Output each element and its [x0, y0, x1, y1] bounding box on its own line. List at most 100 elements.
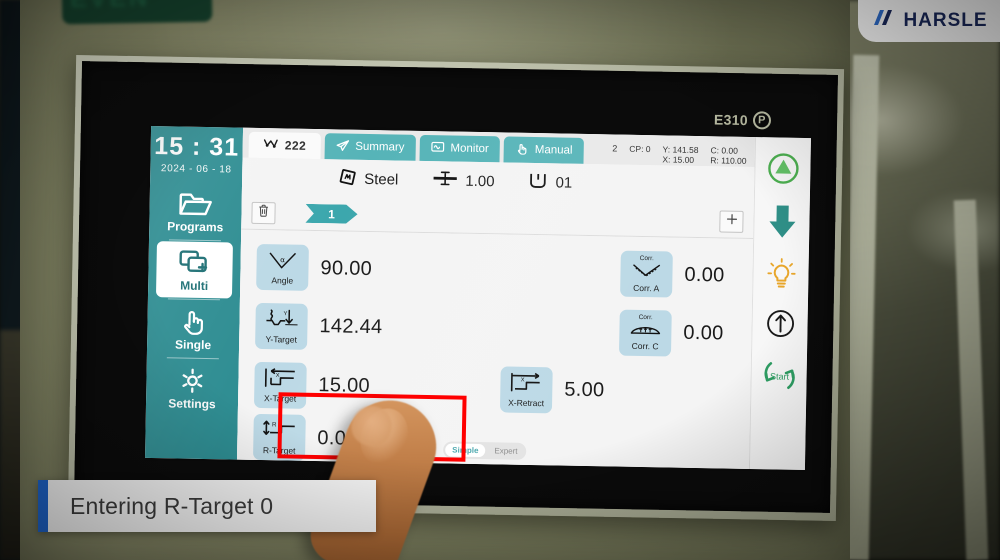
- field-label: R-Target: [262, 445, 296, 456]
- mode-toggle[interactable]: Simple Expert: [443, 441, 527, 460]
- tab-monitor[interactable]: Monitor: [419, 134, 501, 163]
- step-chip-label: 1: [328, 206, 335, 221]
- field-angle[interactable]: α Angle 90.00: [256, 238, 497, 301]
- sidebar: 15 : 31 2024 - 06 - 18 Programs Multi Si…: [145, 125, 244, 460]
- harsle-mark-icon: [870, 6, 896, 37]
- multi-copy-icon: [177, 248, 212, 277]
- material-type[interactable]: Steel: [338, 167, 399, 191]
- field-value: 0.00: [684, 263, 725, 287]
- tab-label: Monitor: [450, 142, 489, 156]
- status-c: C: 0.00: [710, 144, 739, 156]
- caption-bar: Entering R-Target 0: [38, 480, 376, 532]
- status-yx-col: Y: 141.58 X: 15.00: [662, 144, 698, 166]
- corr-a-button[interactable]: Corr. Corr. A: [620, 250, 673, 298]
- sidebar-item-single[interactable]: Single: [155, 300, 232, 357]
- bend-count-value: 01: [555, 173, 573, 192]
- field-value: 5.00: [564, 378, 605, 402]
- sidebar-item-programs[interactable]: Programs: [157, 182, 234, 239]
- field-value: 142.44: [319, 315, 383, 339]
- svg-text:R: R: [272, 422, 277, 429]
- main-content: 222 Summary Monitor Manual 2 CP: 0 Y: 14…: [236, 127, 755, 469]
- status-cp-col: CP: 0: [629, 143, 650, 154]
- start-cycle-icon[interactable]: Start: [759, 357, 800, 399]
- angle-button[interactable]: α Angle: [256, 244, 309, 292]
- parameter-grid: α Angle 90.00 Y Y-Target 142.44 X X-Targ…: [236, 229, 754, 469]
- clock: 15 : 31 2024 - 06 - 18: [154, 132, 240, 183]
- hand-point-icon: [515, 142, 529, 157]
- screen-model-text: E310: [713, 111, 749, 129]
- up-arrow-circle-icon[interactable]: [765, 308, 796, 344]
- sidebar-item-label: Programs: [167, 219, 224, 235]
- tab-manual[interactable]: Manual: [503, 136, 584, 164]
- status-x: X: 15.00: [662, 154, 695, 166]
- svg-text:Y: Y: [283, 311, 287, 317]
- material-icon: [338, 167, 357, 190]
- clock-date: 2024 - 06 - 18: [160, 163, 232, 176]
- field-corr-a[interactable]: Corr. Corr. A 0.00: [620, 245, 743, 306]
- x-retract-icon: X: [509, 371, 543, 398]
- screen-model-p-icon: P: [752, 111, 772, 130]
- material-thickness[interactable]: 1.00: [432, 170, 495, 191]
- field-corr-c[interactable]: Corr. Corr. C 0.00: [618, 303, 742, 364]
- svg-text:α: α: [280, 255, 285, 264]
- status-readouts: 2 CP: 0 Y: 141.58 X: 15.00 C: 0.00 R: 11…: [612, 141, 755, 167]
- down-arrow-icon[interactable]: [767, 204, 798, 244]
- harsle-wordmark: HARSLE: [903, 10, 988, 31]
- field-value: 15.00: [318, 374, 371, 398]
- x-target-button[interactable]: X X-Target: [253, 361, 307, 409]
- status-cp: CP: 0: [629, 143, 651, 154]
- tab-summary[interactable]: Summary: [324, 133, 416, 161]
- mode-option-simple[interactable]: Simple: [445, 443, 486, 458]
- thickness-icon: [432, 170, 458, 190]
- tab-label: Summary: [355, 140, 405, 154]
- field-label: Y-Target: [265, 334, 297, 345]
- paper-plane-icon: [335, 139, 349, 154]
- mode-option-expert[interactable]: Expert: [487, 444, 524, 458]
- svg-text:Start: Start: [770, 371, 790, 381]
- corr-c-button[interactable]: Corr. Corr. C: [618, 309, 672, 357]
- corr-c-icon: [629, 322, 661, 342]
- folder-icon: [177, 189, 214, 218]
- gear-icon: [177, 367, 208, 396]
- screenshot-scene: EVEN E310 P 15 : 31 2024 - 06 - 18: [0, 0, 1000, 560]
- corr-a-prefix: Corr.: [639, 254, 654, 263]
- sidebar-item-label: Multi: [180, 278, 209, 294]
- corr-a-icon: [630, 263, 662, 284]
- bend-count-icon: [528, 171, 548, 192]
- lightbulb-icon[interactable]: [766, 257, 797, 295]
- sidebar-item-label: Single: [174, 337, 212, 353]
- add-step-button[interactable]: [719, 209, 744, 233]
- delete-step-button[interactable]: [251, 201, 276, 224]
- x-target-icon: X: [263, 367, 297, 394]
- status-y: Y: 141.58: [662, 144, 699, 155]
- tab-label: Manual: [534, 144, 573, 157]
- r-target-icon: R: [262, 419, 296, 446]
- field-x-retract[interactable]: X X-Retract 5.00: [499, 360, 741, 423]
- field-y-target[interactable]: Y Y-Target 142.44: [255, 297, 496, 360]
- tab-program-222[interactable]: 222: [248, 131, 321, 160]
- hmi-application: 15 : 31 2024 - 06 - 18 Programs Multi Si…: [145, 125, 811, 471]
- screen-model-badge: E310 P: [713, 110, 772, 130]
- field-label: Angle: [271, 275, 294, 286]
- field-label: Corr. A: [633, 283, 660, 294]
- tab-label: 222: [284, 138, 307, 153]
- svg-text:X: X: [521, 377, 525, 383]
- status-cr-col: C: 0.00 R: 110.00: [710, 145, 747, 167]
- up-triangle-circle-icon[interactable]: [766, 151, 801, 191]
- field-value: 0.00: [683, 322, 724, 345]
- bend-count[interactable]: 01: [528, 171, 572, 193]
- mode-toggle-wrap: Simple Expert: [443, 441, 527, 460]
- clock-time: 15 : 31: [154, 132, 240, 162]
- y-target-button[interactable]: Y Y-Target: [255, 302, 308, 350]
- thickness-value: 1.00: [465, 172, 495, 190]
- sidebar-item-multi[interactable]: Multi: [155, 241, 233, 299]
- harsle-logo: HARSLE: [858, 0, 1000, 42]
- field-label: X-Target: [263, 393, 297, 404]
- trash-icon: [257, 203, 269, 221]
- x-retract-button[interactable]: X X-Retract: [499, 366, 553, 414]
- sidebar-item-settings[interactable]: Settings: [154, 359, 231, 416]
- step-chip-1[interactable]: 1: [305, 204, 357, 224]
- caption-text: Entering R-Target 0: [70, 492, 274, 519]
- r-target-button[interactable]: R R-Target: [252, 413, 306, 461]
- plus-icon: [725, 212, 738, 230]
